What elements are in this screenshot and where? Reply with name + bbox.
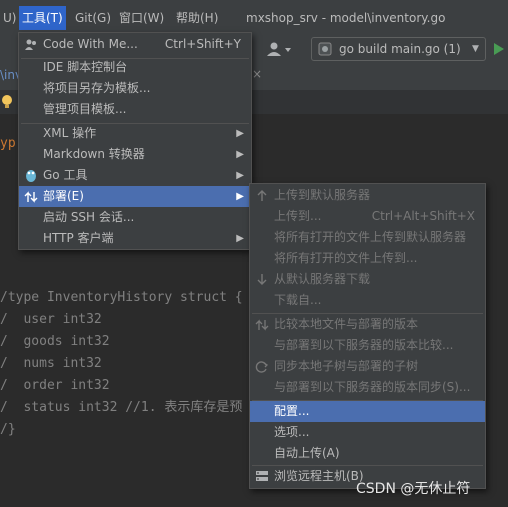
menu-item-upload-all-default[interactable]: 将所有打开的文件上传到默认服务器 [250,227,485,248]
menu-item-compare-with-server[interactable]: 与部署到以下服务器的版本比较... [250,335,485,356]
menu-git[interactable]: Git(G) [72,6,114,30]
sync-icon [255,356,269,377]
compare-icon [255,314,269,335]
menu-item-options[interactable]: 选项... [250,422,485,443]
menu-item-manage-templates[interactable]: 管理项目模板... [19,99,251,120]
tools-menu: Code With Me... Ctrl+Shift+Y IDE 脚本控制台 将… [18,32,252,250]
chevron-down-icon: ▼ [472,44,479,54]
window-title: mxshop_srv - model\inventory.go [246,11,446,25]
menu-item-upload-default[interactable]: 上传到默认服务器 [250,185,485,206]
menu-help[interactable]: 帮助(H) [173,6,221,30]
download-icon [255,269,269,290]
remote-host-icon [255,466,269,487]
menu-partial[interactable]: U) [0,6,19,30]
menu-item-save-as-template[interactable]: 将项目另存为模板... [19,78,251,99]
menu-item-go-tools[interactable]: Go 工具 ▶ [19,165,251,186]
go-file-icon [318,42,332,56]
upload-icon [255,185,269,206]
menu-item-upload-all-to[interactable]: 将所有打开的文件上传到... [250,248,485,269]
menu-item-sync-with-server[interactable]: 与部署到以下服务器的版本同步(S)... [250,377,485,398]
deployment-submenu: 上传到默认服务器 上传到... Ctrl+Alt+Shift+X 将所有打开的文… [249,183,486,489]
deployment-icon [24,186,38,207]
menu-item-upload-to[interactable]: 上传到... Ctrl+Alt+Shift+X [250,206,485,227]
submenu-arrow-icon: ▶ [236,149,244,160]
menu-item-markdown-converter[interactable]: Markdown 转换器 ▶ [19,144,251,165]
code-line: / nums int32 [0,356,102,371]
submenu-arrow-icon: ▶ [236,128,244,139]
play-icon[interactable] [490,39,508,59]
run-config-label: go build main.go (1) [339,42,461,56]
menu-item-auto-upload[interactable]: 自动上传(A) [250,443,485,464]
menu-item-xml-actions[interactable]: XML 操作 ▶ [19,123,251,144]
code-line: / goods int32 [0,334,110,349]
close-tab-icon[interactable]: × [252,67,262,81]
menu-item-deployment[interactable]: 部署(E) ▶ [19,186,251,207]
submenu-arrow-icon: ▶ [236,233,244,244]
menu-tools[interactable]: 工具(T) [19,6,66,30]
menu-item-code-with-me[interactable]: Code With Me... Ctrl+Shift+Y [19,34,251,55]
code-line: / status int32 //1. 表示库存是预 [0,400,243,415]
menu-window[interactable]: 窗口(W) [116,6,167,30]
menu-item-ide-script-console[interactable]: IDE 脚本控制台 [19,57,251,78]
submenu-arrow-icon: ▶ [236,191,244,202]
code-line: /type InventoryHistory struct { [0,290,243,305]
run-config-selector[interactable]: go build main.go (1) ▼ [311,37,486,61]
submenu-arrow-icon: ▶ [236,170,244,181]
menu-item-download-from[interactable]: 下载自... [250,290,485,311]
watermark: CSDN @无休止符 [356,481,471,497]
user-icon[interactable] [265,39,295,59]
code-line: /} [0,422,16,437]
menu-item-configuration[interactable]: 配置... [250,401,485,422]
menu-bar: U) 工具(T) Git(G) 窗口(W) 帮助(H) mxshop_srv -… [0,0,508,36]
bulb-icon[interactable] [0,94,14,110]
code-line: / user int32 [0,312,102,327]
menu-item-http-client[interactable]: HTTP 客户端 ▶ [19,228,251,249]
menu-item-download-default[interactable]: 从默认服务器下载 [250,269,485,290]
code-line: yp [0,136,16,151]
gopher-icon [24,165,38,186]
menu-item-start-ssh[interactable]: 启动 SSH 会话... [19,207,251,228]
code-line: / order int32 [0,378,110,393]
code-with-me-icon [24,34,38,55]
menu-item-sync-subtree[interactable]: 同步本地子树与部署的子树 [250,356,485,377]
menu-item-compare-local-deployed[interactable]: 比较本地文件与部署的版本 [250,314,485,335]
